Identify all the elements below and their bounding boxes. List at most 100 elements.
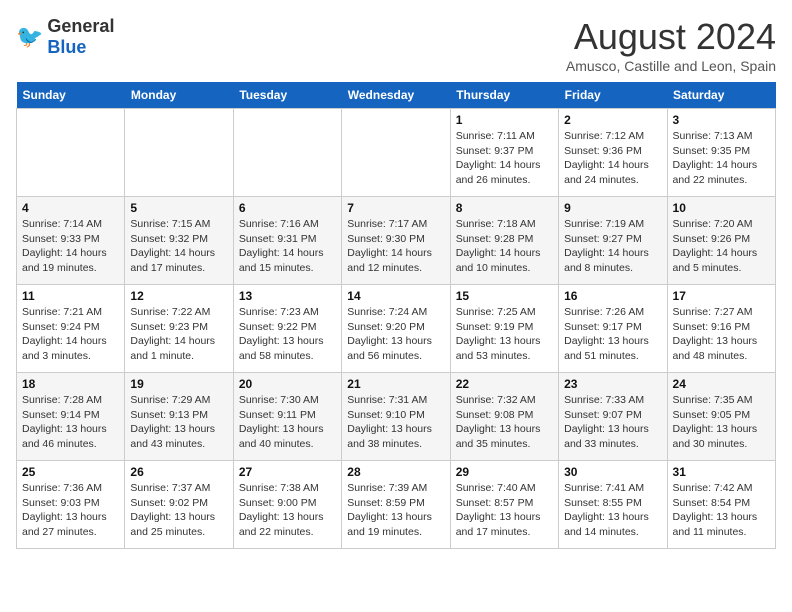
weekday-header-cell: Tuesday xyxy=(233,82,341,109)
day-number: 31 xyxy=(673,465,770,479)
calendar-day-cell: 1 Sunrise: 7:11 AM Sunset: 9:37 PM Daylig… xyxy=(450,109,558,197)
logo-blue: Blue xyxy=(47,37,86,57)
day-number: 13 xyxy=(239,289,336,303)
calendar-day-cell: 13 Sunrise: 7:23 AM Sunset: 9:22 PM Dayli… xyxy=(233,285,341,373)
calendar-day-cell: 9 Sunrise: 7:19 AM Sunset: 9:27 PM Daylig… xyxy=(559,197,667,285)
calendar-day-cell: 26Sunrise: 7:37 AM Sunset: 9:02 PM Dayli… xyxy=(125,461,233,549)
calendar-day-cell: 2 Sunrise: 7:12 AM Sunset: 9:36 PM Daylig… xyxy=(559,109,667,197)
logo-bird-icon: 🐦 xyxy=(16,24,43,50)
page-header: 🐦 General Blue August 2024 Amusco, Casti… xyxy=(16,16,776,74)
calendar-day-cell: 19 Sunrise: 7:29 AM Sunset: 9:13 PM Dayli… xyxy=(125,373,233,461)
calendar-day-cell: 17 Sunrise: 7:27 AM Sunset: 9:16 PM Dayli… xyxy=(667,285,775,373)
weekday-header-cell: Sunday xyxy=(17,82,125,109)
day-number: 11 xyxy=(22,289,119,303)
calendar-day-cell: 16Sunrise: 7:26 AM Sunset: 9:17 PM Dayli… xyxy=(559,285,667,373)
calendar-week-row: 18Sunrise: 7:28 AM Sunset: 9:14 PM Dayli… xyxy=(17,373,776,461)
calendar-day-cell: 8 Sunrise: 7:18 AM Sunset: 9:28 PM Daylig… xyxy=(450,197,558,285)
day-number: 10 xyxy=(673,201,770,215)
day-info: Sunrise: 7:32 AM Sunset: 9:08 PM Dayligh… xyxy=(456,393,553,452)
day-number: 30 xyxy=(564,465,661,479)
calendar-day-cell xyxy=(17,109,125,197)
day-number: 14 xyxy=(347,289,444,303)
day-info: Sunrise: 7:31 AM Sunset: 9:10 PM Dayligh… xyxy=(347,393,444,452)
logo-general: General xyxy=(47,16,114,36)
day-info: Sunrise: 7:22 AM Sunset: 9:23 PM Dayligh… xyxy=(130,305,227,364)
calendar-day-cell xyxy=(233,109,341,197)
weekday-header-cell: Monday xyxy=(125,82,233,109)
day-info: Sunrise: 7:11 AM Sunset: 9:37 PM Dayligh… xyxy=(456,129,553,188)
day-info: Sunrise: 7:12 AM Sunset: 9:36 PM Dayligh… xyxy=(564,129,661,188)
calendar-day-cell xyxy=(125,109,233,197)
day-info: Sunrise: 7:23 AM Sunset: 9:22 PM Dayligh… xyxy=(239,305,336,364)
day-number: 3 xyxy=(673,113,770,127)
day-number: 15 xyxy=(456,289,553,303)
calendar-day-cell: 25 Sunrise: 7:36 AM Sunset: 9:03 PM Dayli… xyxy=(17,461,125,549)
day-info: Sunrise: 7:18 AM Sunset: 9:28 PM Dayligh… xyxy=(456,217,553,276)
calendar-day-cell: 31Sunrise: 7:42 AM Sunset: 8:54 PM Dayli… xyxy=(667,461,775,549)
calendar-day-cell: 23Sunrise: 7:33 AM Sunset: 9:07 PM Dayli… xyxy=(559,373,667,461)
calendar-day-cell xyxy=(342,109,450,197)
calendar-day-cell: 5Sunrise: 7:15 AM Sunset: 9:32 PM Daylig… xyxy=(125,197,233,285)
calendar-day-cell: 21 Sunrise: 7:31 AM Sunset: 9:10 PM Dayli… xyxy=(342,373,450,461)
day-number: 9 xyxy=(564,201,661,215)
calendar-week-row: 25 Sunrise: 7:36 AM Sunset: 9:03 PM Dayli… xyxy=(17,461,776,549)
day-number: 8 xyxy=(456,201,553,215)
day-info: Sunrise: 7:20 AM Sunset: 9:26 PM Dayligh… xyxy=(673,217,770,276)
day-number: 29 xyxy=(456,465,553,479)
day-number: 4 xyxy=(22,201,119,215)
calendar-day-cell: 7 Sunrise: 7:17 AM Sunset: 9:30 PM Daylig… xyxy=(342,197,450,285)
day-number: 25 xyxy=(22,465,119,479)
weekday-header-cell: Saturday xyxy=(667,82,775,109)
day-info: Sunrise: 7:36 AM Sunset: 9:03 PM Dayligh… xyxy=(22,481,119,540)
calendar-day-cell: 10 Sunrise: 7:20 AM Sunset: 9:26 PM Dayli… xyxy=(667,197,775,285)
day-number: 1 xyxy=(456,113,553,127)
calendar-day-cell: 12 Sunrise: 7:22 AM Sunset: 9:23 PM Dayli… xyxy=(125,285,233,373)
day-info: Sunrise: 7:21 AM Sunset: 9:24 PM Dayligh… xyxy=(22,305,119,364)
day-number: 7 xyxy=(347,201,444,215)
day-number: 26 xyxy=(130,465,227,479)
logo: 🐦 General Blue xyxy=(16,16,114,58)
title-area: August 2024 Amusco, Castille and Leon, S… xyxy=(566,16,776,74)
calendar-day-cell: 30Sunrise: 7:41 AM Sunset: 8:55 PM Dayli… xyxy=(559,461,667,549)
day-number: 18 xyxy=(22,377,119,391)
calendar-day-cell: 22 Sunrise: 7:32 AM Sunset: 9:08 PM Dayli… xyxy=(450,373,558,461)
day-number: 12 xyxy=(130,289,227,303)
calendar-day-cell: 28 Sunrise: 7:39 AM Sunset: 8:59 PM Dayli… xyxy=(342,461,450,549)
day-info: Sunrise: 7:16 AM Sunset: 9:31 PM Dayligh… xyxy=(239,217,336,276)
day-info: Sunrise: 7:29 AM Sunset: 9:13 PM Dayligh… xyxy=(130,393,227,452)
day-number: 28 xyxy=(347,465,444,479)
day-info: Sunrise: 7:17 AM Sunset: 9:30 PM Dayligh… xyxy=(347,217,444,276)
weekday-header-cell: Thursday xyxy=(450,82,558,109)
calendar-day-cell: 15 Sunrise: 7:25 AM Sunset: 9:19 PM Dayli… xyxy=(450,285,558,373)
calendar-day-cell: 20Sunrise: 7:30 AM Sunset: 9:11 PM Dayli… xyxy=(233,373,341,461)
day-info: Sunrise: 7:25 AM Sunset: 9:19 PM Dayligh… xyxy=(456,305,553,364)
day-number: 19 xyxy=(130,377,227,391)
day-number: 21 xyxy=(347,377,444,391)
calendar-day-cell: 24Sunrise: 7:35 AM Sunset: 9:05 PM Dayli… xyxy=(667,373,775,461)
day-info: Sunrise: 7:15 AM Sunset: 9:32 PM Dayligh… xyxy=(130,217,227,276)
day-info: Sunrise: 7:38 AM Sunset: 9:00 PM Dayligh… xyxy=(239,481,336,540)
day-info: Sunrise: 7:40 AM Sunset: 8:57 PM Dayligh… xyxy=(456,481,553,540)
day-number: 22 xyxy=(456,377,553,391)
day-info: Sunrise: 7:14 AM Sunset: 9:33 PM Dayligh… xyxy=(22,217,119,276)
calendar-day-cell: 18Sunrise: 7:28 AM Sunset: 9:14 PM Dayli… xyxy=(17,373,125,461)
day-number: 23 xyxy=(564,377,661,391)
day-info: Sunrise: 7:27 AM Sunset: 9:16 PM Dayligh… xyxy=(673,305,770,364)
location-subtitle: Amusco, Castille and Leon, Spain xyxy=(566,58,776,74)
weekday-header-cell: Wednesday xyxy=(342,82,450,109)
month-year-title: August 2024 xyxy=(566,16,776,58)
day-info: Sunrise: 7:26 AM Sunset: 9:17 PM Dayligh… xyxy=(564,305,661,364)
calendar-day-cell: 4 Sunrise: 7:14 AM Sunset: 9:33 PM Daylig… xyxy=(17,197,125,285)
day-number: 17 xyxy=(673,289,770,303)
day-number: 27 xyxy=(239,465,336,479)
day-info: Sunrise: 7:35 AM Sunset: 9:05 PM Dayligh… xyxy=(673,393,770,452)
weekday-header-cell: Friday xyxy=(559,82,667,109)
day-number: 6 xyxy=(239,201,336,215)
day-number: 2 xyxy=(564,113,661,127)
weekday-header-row: SundayMondayTuesdayWednesdayThursdayFrid… xyxy=(17,82,776,109)
calendar-day-cell: 11 Sunrise: 7:21 AM Sunset: 9:24 PM Dayli… xyxy=(17,285,125,373)
calendar-day-cell: 6 Sunrise: 7:16 AM Sunset: 9:31 PM Daylig… xyxy=(233,197,341,285)
day-info: Sunrise: 7:19 AM Sunset: 9:27 PM Dayligh… xyxy=(564,217,661,276)
calendar-table: SundayMondayTuesdayWednesdayThursdayFrid… xyxy=(16,82,776,549)
day-info: Sunrise: 7:39 AM Sunset: 8:59 PM Dayligh… xyxy=(347,481,444,540)
